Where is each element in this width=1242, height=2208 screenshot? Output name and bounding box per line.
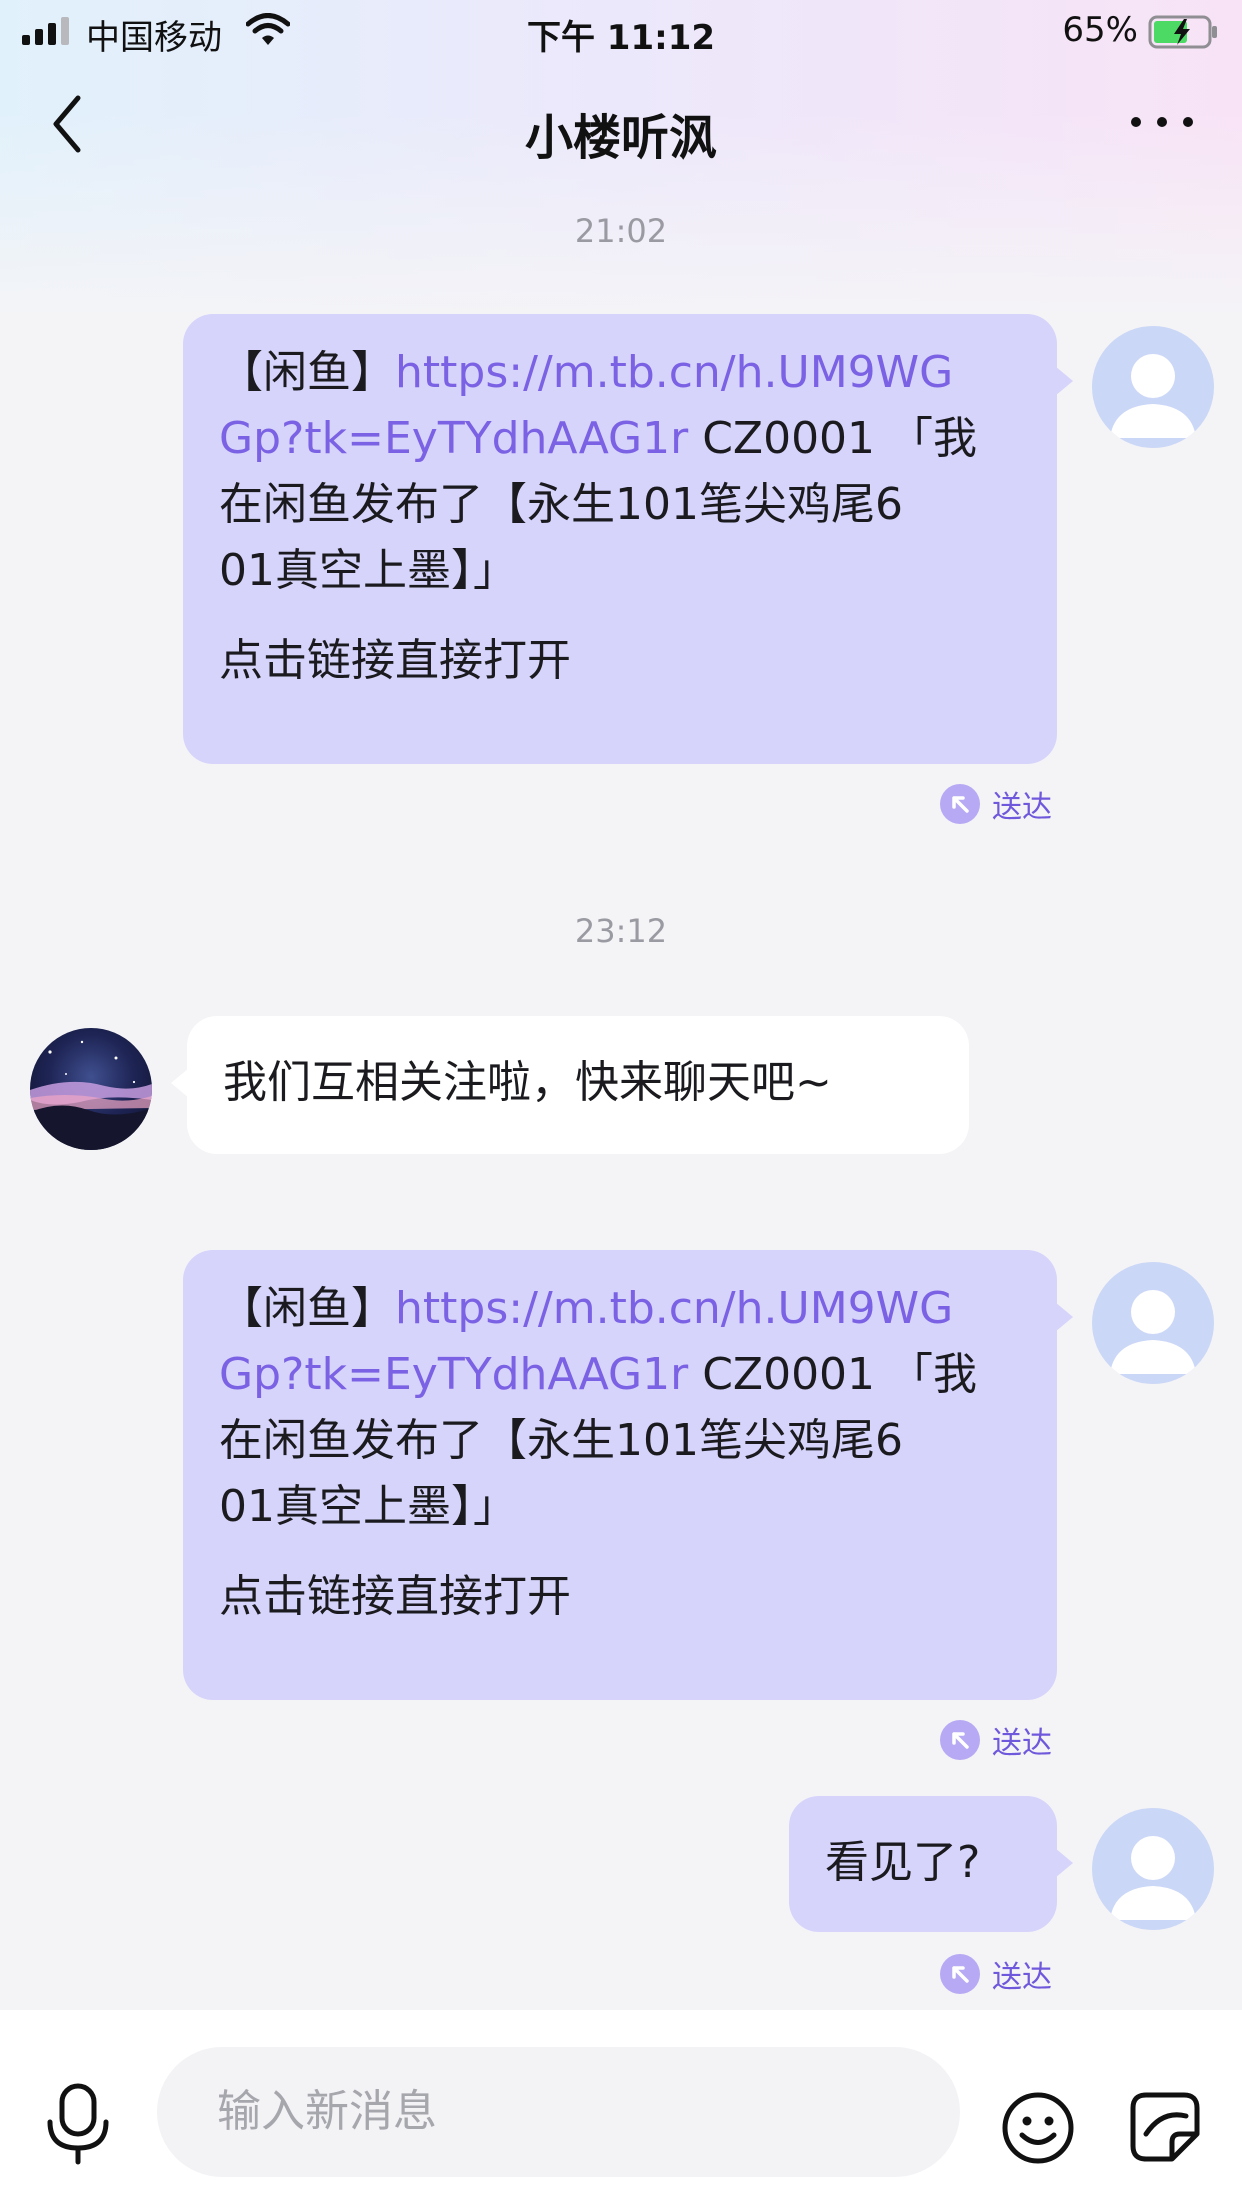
delivery-status-text: 送达 xyxy=(992,1726,1052,1761)
sticker-icon[interactable] xyxy=(1128,2090,1202,2164)
delivery-status-text: 送达 xyxy=(992,790,1052,825)
delivered-icon xyxy=(940,1954,980,1994)
delivery-status: 送达 xyxy=(940,782,1052,826)
chat-title: 小楼听沨 xyxy=(524,110,717,166)
message-link[interactable]: https://m.tb.cn/h.UM9WG xyxy=(395,347,953,398)
message-line: 在闲鱼发布了【永生101笔尖鸡尾6 xyxy=(219,479,903,530)
message-link[interactable]: https://m.tb.cn/h.UM9WG xyxy=(395,1283,953,1334)
my-avatar[interactable] xyxy=(1092,326,1214,448)
message-footer: 点击链接直接打开 xyxy=(219,1571,571,1622)
message-bubble-outgoing[interactable]: 【闲鱼】https://m.tb.cn/h.UM9WG Gp?tk=EyTYdh… xyxy=(183,1250,1073,1700)
my-avatar[interactable] xyxy=(1092,1262,1214,1384)
starry-sky-avatar-image xyxy=(30,1040,152,1150)
default-avatar-icon xyxy=(1110,354,1196,438)
message-link-continued[interactable]: Gp?tk=EyTYdhAAG1r xyxy=(219,1349,688,1400)
my-avatar[interactable] xyxy=(1092,1808,1214,1930)
message-code: CZ0001 「我 xyxy=(688,1349,978,1400)
default-avatar-icon xyxy=(1110,1836,1196,1920)
message-prefix: 【闲鱼】 xyxy=(219,347,395,398)
message-footer: 点击链接直接打开 xyxy=(219,635,571,686)
message-line: 01真空上墨】」 xyxy=(219,545,517,596)
message-line: 在闲鱼发布了【永生101笔尖鸡尾6 xyxy=(219,1415,903,1466)
message-text: 【闲鱼】https://m.tb.cn/h.UM9WG Gp?tk=EyTYdh… xyxy=(219,340,1021,604)
delivered-icon xyxy=(940,1720,980,1760)
contact-avatar[interactable] xyxy=(30,1028,152,1150)
message-text: 我们互相关注啦，快来聊天吧~ xyxy=(223,1057,832,1108)
battery-icon xyxy=(1148,15,1217,49)
delivery-status-text: 送达 xyxy=(992,1960,1052,1995)
status-bar: 中国移动 下午 11:12 65% xyxy=(0,0,1242,62)
nav-bar: 小楼听沨 xyxy=(0,62,1242,190)
battery-percent: 65% xyxy=(1062,10,1138,50)
delivered-icon xyxy=(940,784,980,824)
input-bar: 输入新消息 xyxy=(0,2010,1242,2208)
message-line: 01真空上墨】」 xyxy=(219,1481,517,1532)
emoji-icon[interactable] xyxy=(1000,2090,1076,2166)
microphone-icon[interactable] xyxy=(40,2082,116,2166)
chat-messages[interactable]: 21:02 【闲鱼】https://m.tb.cn/h.UM9WG Gp?tk=… xyxy=(0,190,1242,2010)
delivery-status: 送达 xyxy=(940,1718,1052,1762)
delivery-status: 送达 xyxy=(940,1952,1052,1996)
more-icon[interactable] xyxy=(1122,102,1202,142)
message-input[interactable]: 输入新消息 xyxy=(157,2047,960,2177)
message-text: 【闲鱼】https://m.tb.cn/h.UM9WG Gp?tk=EyTYdh… xyxy=(219,1276,1021,1540)
message-bubble-incoming[interactable]: 我们互相关注啦，快来聊天吧~ xyxy=(171,1016,969,1154)
message-bubble-outgoing[interactable]: 【闲鱼】https://m.tb.cn/h.UM9WG Gp?tk=EyTYdh… xyxy=(183,314,1073,764)
default-avatar-icon xyxy=(1110,1290,1196,1374)
message-link-continued[interactable]: Gp?tk=EyTYdhAAG1r xyxy=(219,413,688,464)
message-prefix: 【闲鱼】 xyxy=(219,1283,395,1334)
message-text: 看见了? xyxy=(825,1837,981,1888)
status-time: 下午 11:12 xyxy=(526,18,716,58)
timestamp: 23:12 xyxy=(574,912,668,950)
message-code: CZ0001 「我 xyxy=(688,413,978,464)
message-bubble-outgoing[interactable]: 看见了? xyxy=(789,1796,1073,1932)
timestamp: 21:02 xyxy=(574,212,668,250)
